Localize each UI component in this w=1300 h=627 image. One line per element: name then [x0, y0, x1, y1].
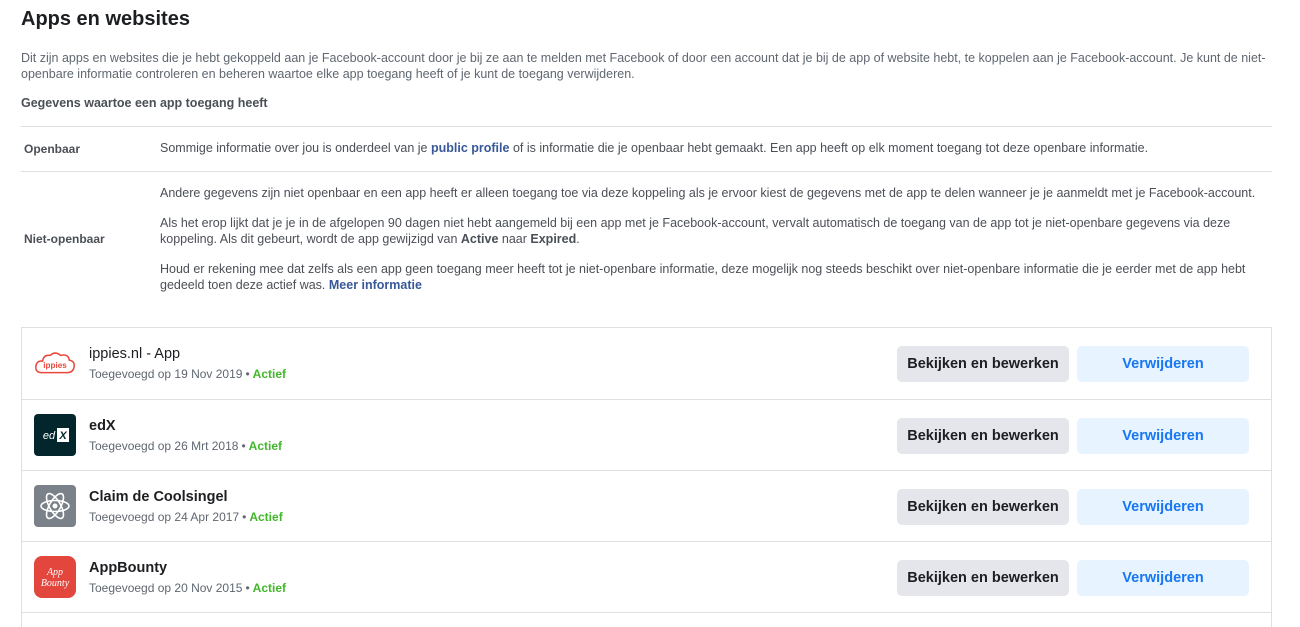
page-title: Apps en websites	[21, 8, 190, 30]
view-edit-button[interactable]: Bekijken en bewerken	[897, 346, 1069, 382]
app-added-info: Toegevoegd op 19 Nov 2019 • Actief	[89, 367, 287, 381]
status-badge: Actief	[252, 580, 287, 595]
app-added-info: Toegevoegd op 26 Mrt 2018 • Actief	[89, 438, 282, 453]
data-access-subheading: Gegevens waartoe een app toegang heeft	[21, 96, 268, 110]
app-name: Claim de Coolsingel	[89, 488, 228, 505]
view-edit-button[interactable]: Bekijken en bewerken	[897, 418, 1069, 454]
private-label: Niet-openbaar	[24, 232, 105, 246]
app-row: App Bounty AppBounty Toegevoegd op 20 No…	[22, 542, 1271, 613]
app-list: ippies ippies.nl - App Toegevoegd op 19 …	[21, 327, 1272, 627]
edx-icon: ed X	[34, 414, 76, 456]
more-info-link[interactable]: Meer informatie	[329, 278, 422, 292]
private-paragraph-3: Houd er rekening mee dat zelfs als een a…	[160, 262, 1246, 292]
svg-text:ippies: ippies	[43, 360, 67, 369]
remove-button[interactable]: Verwijderen	[1077, 418, 1249, 454]
private-paragraph-2: Als het erop lijkt dat je je in de afgel…	[160, 216, 1231, 246]
private-description: Andere gegevens zijn niet openbaar en ee…	[160, 172, 1272, 306]
view-edit-button[interactable]: Bekijken en bewerken	[897, 560, 1069, 596]
svg-text:X: X	[58, 430, 67, 442]
view-edit-button[interactable]: Bekijken en bewerken	[897, 489, 1069, 525]
app-added-info: Toegevoegd op 20 Nov 2015 • Actief	[89, 580, 287, 595]
appbounty-icon: App Bounty	[34, 556, 76, 598]
public-description: Sommige informatie over jou is onderdeel…	[160, 141, 1149, 155]
status-badge: Actief	[252, 367, 287, 381]
data-access-table: Openbaar Sommige informatie over jou is …	[21, 126, 1272, 306]
remove-button[interactable]: Verwijderen	[1077, 560, 1249, 596]
app-row: ed X edX Toegevoegd op 26 Mrt 2018 • Actie…	[22, 400, 1271, 471]
app-row: Claim de Coolsingel Toegevoegd op 24 Apr…	[22, 471, 1271, 542]
svg-text:Bounty: Bounty	[41, 578, 70, 589]
private-paragraph-1: Andere gegevens zijn niet openbaar en ee…	[160, 186, 1256, 200]
status-badge: Actief	[249, 509, 283, 524]
svg-text:ed: ed	[43, 430, 56, 442]
remove-button[interactable]: Verwijderen	[1077, 346, 1249, 382]
app-name: AppBounty	[89, 559, 168, 576]
app-name: ippies.nl - App	[89, 346, 181, 362]
app-added-info: Toegevoegd op 24 Apr 2017 • Actief	[89, 509, 283, 524]
ippies-cloud-icon: ippies	[34, 342, 76, 385]
app-row: ippies ippies.nl - App Toegevoegd op 19 …	[22, 328, 1271, 400]
private-info-row: Niet-openbaar Andere gegevens zijn niet …	[21, 171, 1272, 306]
app-name: edX	[89, 417, 116, 434]
public-profile-link[interactable]: public profile	[431, 141, 509, 155]
atom-icon	[34, 485, 76, 527]
remove-button[interactable]: Verwijderen	[1077, 489, 1249, 525]
public-info-row: Openbaar Sommige informatie over jou is …	[21, 126, 1272, 171]
public-label: Openbaar	[24, 142, 81, 156]
svg-text:App: App	[46, 567, 63, 578]
status-badge: Actief	[248, 438, 282, 453]
intro-text: Dit zijn apps en websites die je hebt ge…	[21, 51, 1266, 81]
